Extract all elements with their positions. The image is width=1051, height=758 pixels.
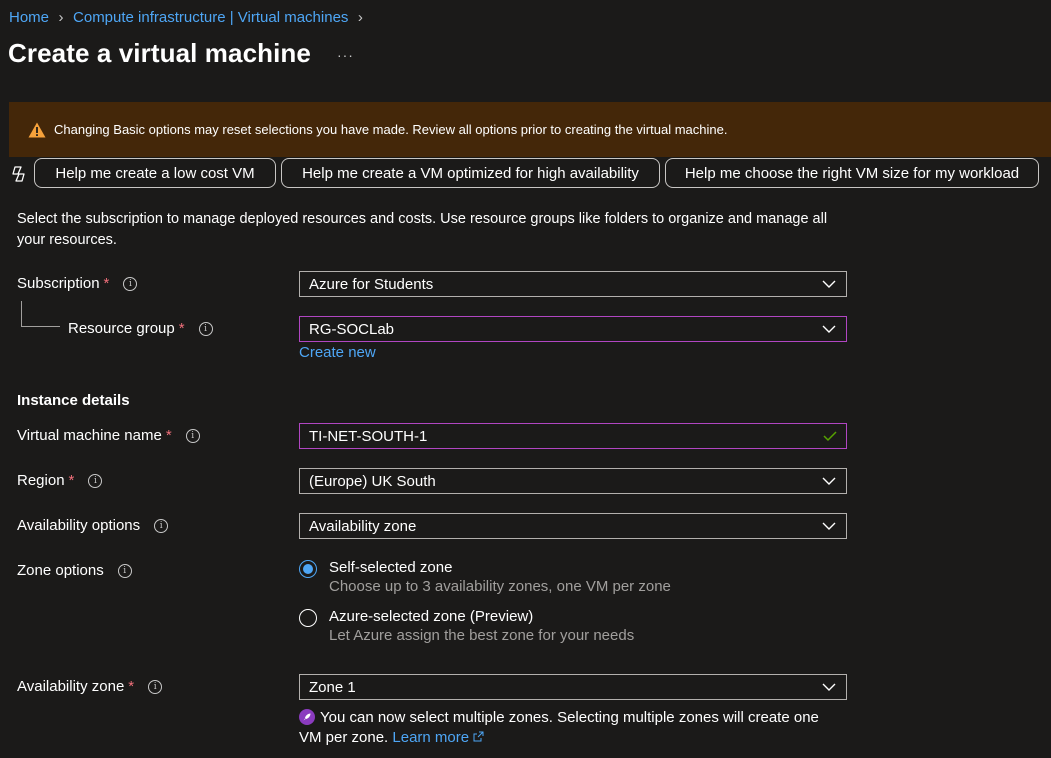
self-selected-zone-desc: Choose up to 3 availability zones, one V… — [329, 578, 671, 595]
learn-more-link[interactable]: Learn more — [392, 729, 469, 746]
self-selected-zone-radio[interactable] — [299, 560, 317, 578]
availability-options-label-text: Availability options — [17, 517, 141, 534]
checkmark-icon — [823, 431, 837, 442]
region-label: Region * i — [17, 472, 103, 489]
self-selected-zone-option[interactable]: Self-selected zone Choose up to 3 availa… — [299, 559, 671, 595]
high-availability-vm-button[interactable]: Help me create a VM optimized for high a… — [281, 158, 660, 188]
title-row: Create a virtual machine ··· — [8, 38, 354, 69]
vm-name-label: Virtual machine name * i — [17, 427, 200, 444]
chevron-down-icon — [822, 325, 836, 333]
info-icon[interactable]: i — [198, 321, 213, 336]
create-vm-page: Home › Compute infrastructure | Virtual … — [0, 0, 1051, 758]
subscription-value: Azure for Students — [309, 275, 434, 293]
warning-text: Changing Basic options may reset selecti… — [54, 122, 728, 137]
chevron-right-icon: › — [357, 9, 363, 26]
subscription-label: Subscription * i — [17, 275, 138, 292]
availability-zone-value: Zone 1 — [309, 678, 356, 696]
availability-options-select[interactable]: Availability zone — [299, 513, 847, 539]
required-mark: * — [165, 427, 172, 444]
availability-zone-select[interactable]: Zone 1 — [299, 674, 847, 700]
resource-group-label-text: Resource group — [68, 320, 175, 337]
azure-selected-zone-option[interactable]: Azure-selected zone (Preview) Let Azure … — [299, 608, 634, 644]
rocket-icon — [299, 709, 315, 725]
availability-options-label: Availability options i — [17, 517, 169, 534]
required-mark: * — [178, 320, 185, 337]
create-new-resource-group-link[interactable]: Create new — [299, 344, 376, 361]
azure-selected-zone-text: Azure-selected zone (Preview) Let Azure … — [329, 608, 634, 644]
intro-text: Select the subscription to manage deploy… — [17, 211, 828, 248]
chevron-right-icon: › — [58, 9, 64, 26]
page-title: Create a virtual machine — [8, 38, 311, 68]
resource-group-value: RG-SOCLab — [309, 320, 395, 338]
warning-banner: Changing Basic options may reset selecti… — [9, 102, 1051, 157]
breadcrumb-vm-link[interactable]: Compute infrastructure | Virtual machine… — [73, 9, 348, 26]
low-cost-vm-button[interactable]: Help me create a low cost VM — [34, 158, 276, 188]
info-icon[interactable]: i — [148, 679, 163, 694]
region-select[interactable]: (Europe) UK South — [299, 468, 847, 494]
vm-name-label-text: Virtual machine name — [17, 427, 162, 444]
chevron-down-icon — [822, 683, 836, 691]
info-icon[interactable]: i — [88, 473, 103, 488]
resource-group-label: Resource group * i — [68, 320, 213, 337]
multi-zone-note-text: You can now select multiple zones. Selec… — [299, 709, 819, 746]
chevron-down-icon — [822, 280, 836, 288]
more-options-icon[interactable]: ··· — [337, 47, 354, 63]
vm-name-input[interactable]: TI-NET-SOUTH-1 — [299, 423, 847, 449]
required-mark: * — [128, 678, 135, 695]
multi-zone-note: You can now select multiple zones. Selec… — [299, 708, 844, 748]
info-icon[interactable]: i — [123, 276, 138, 291]
required-mark: * — [103, 275, 110, 292]
info-icon[interactable]: i — [154, 518, 169, 533]
vm-name-value: TI-NET-SOUTH-1 — [309, 427, 428, 445]
copilot-icon — [12, 166, 25, 182]
breadcrumb: Home › Compute infrastructure | Virtual … — [9, 9, 365, 26]
zone-options-label-text: Zone options — [17, 562, 104, 579]
availability-zone-label-text: Availability zone — [17, 678, 125, 695]
resource-group-select[interactable]: RG-SOCLab — [299, 316, 847, 342]
chevron-down-icon — [822, 522, 836, 530]
info-icon[interactable]: i — [117, 563, 132, 578]
breadcrumb-home-link[interactable]: Home — [9, 9, 49, 26]
subscription-label-text: Subscription — [17, 275, 100, 292]
chevron-down-icon — [822, 477, 836, 485]
azure-selected-zone-radio[interactable] — [299, 609, 317, 627]
availability-zone-label: Availability zone * i — [17, 678, 163, 695]
azure-selected-zone-title: Azure-selected zone (Preview) — [329, 608, 534, 625]
info-icon[interactable]: i — [185, 428, 200, 443]
subscription-select[interactable]: Azure for Students — [299, 271, 847, 297]
warning-icon — [28, 122, 46, 137]
required-mark: * — [68, 472, 75, 489]
self-selected-zone-text: Self-selected zone Choose up to 3 availa… — [329, 559, 671, 595]
azure-selected-zone-desc: Let Azure assign the best zone for your … — [329, 627, 635, 644]
self-selected-zone-title: Self-selected zone — [329, 559, 453, 576]
availability-options-value: Availability zone — [309, 517, 417, 535]
copilot-help-row: Help me create a low cost VM Help me cre… — [9, 158, 1044, 188]
external-link-icon — [473, 731, 484, 742]
instance-details-heading: Instance details — [17, 392, 130, 409]
region-label-text: Region — [17, 472, 65, 489]
zone-options-label: Zone options i — [17, 562, 132, 579]
region-value: (Europe) UK South — [309, 472, 436, 490]
vm-size-help-button[interactable]: Help me choose the right VM size for my … — [665, 158, 1039, 188]
tree-connector — [21, 301, 60, 327]
